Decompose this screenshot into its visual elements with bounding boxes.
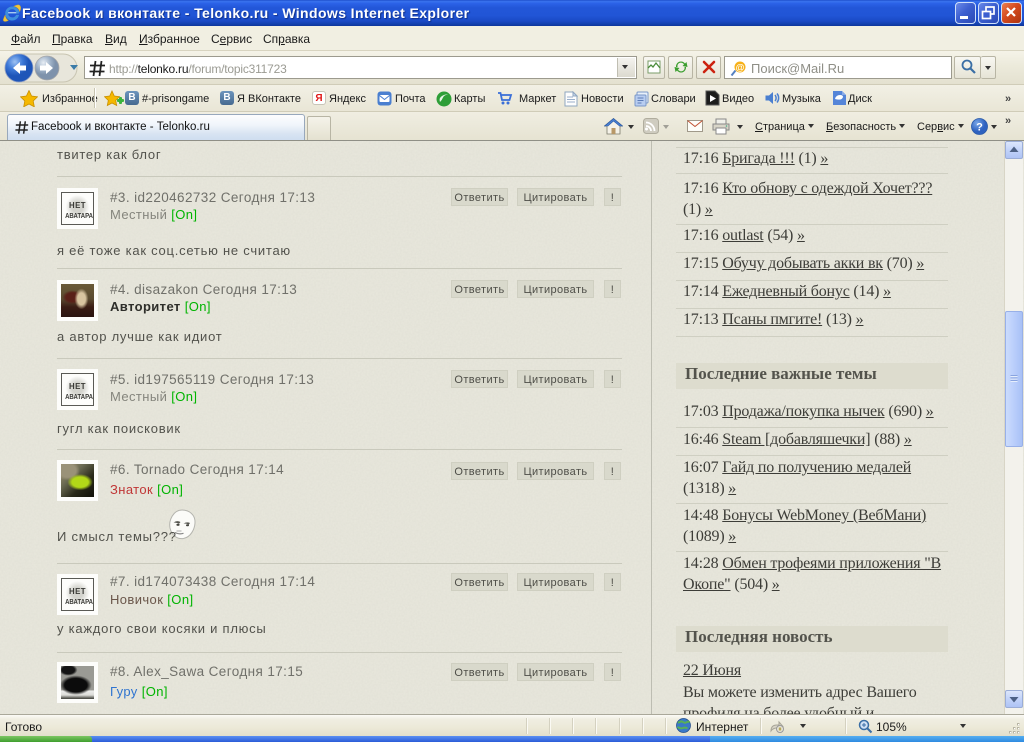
svg-text:@: @: [736, 63, 745, 73]
svg-text:?: ?: [976, 122, 983, 134]
